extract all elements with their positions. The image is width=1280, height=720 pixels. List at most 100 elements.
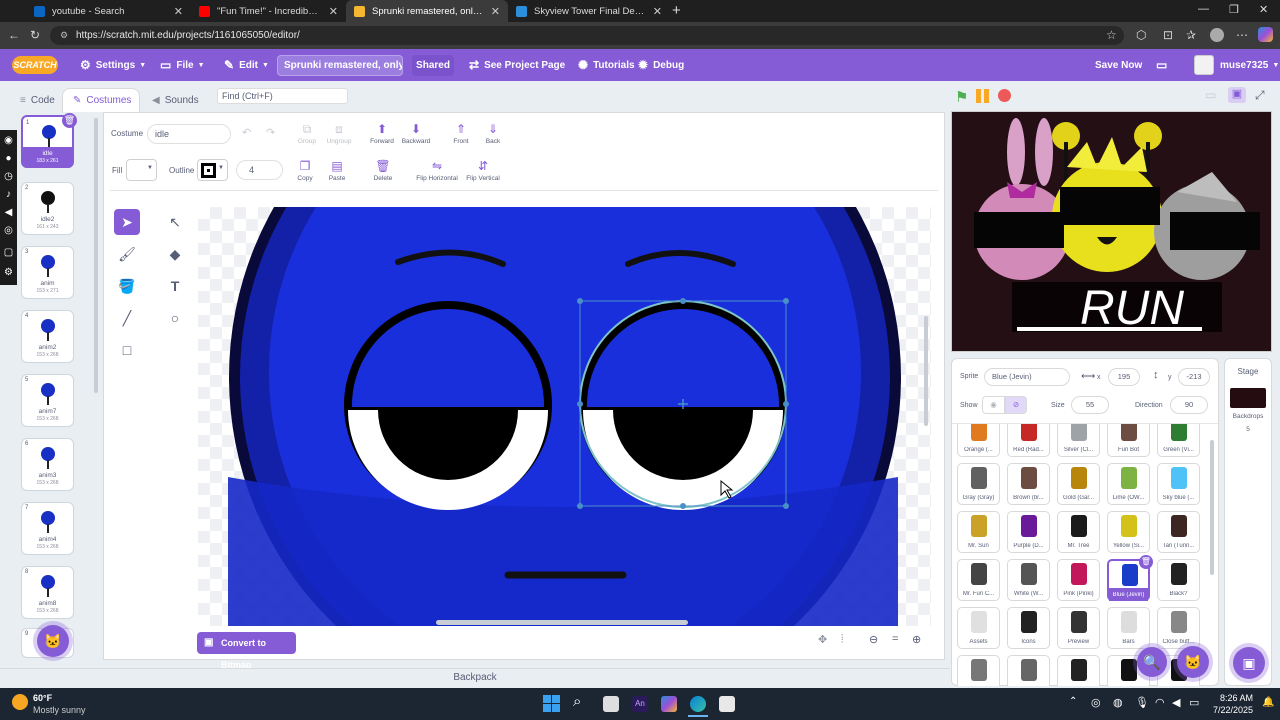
browser-tab[interactable]: Skyview Tower Final Destination Pi✕ — [508, 0, 670, 22]
sprite-tile[interactable]: Purple (D... — [1007, 511, 1050, 553]
debug-button[interactable]: ✹ Debug — [638, 49, 684, 81]
app-icon[interactable] — [719, 696, 735, 712]
outline-color-picker[interactable]: ▼ — [197, 159, 228, 181]
edit-menu[interactable]: ✎ Edit ▼ — [224, 49, 269, 81]
convert-to-bitmap-button[interactable]: ▣ Convert to Bitmap — [197, 632, 296, 670]
stop-icon[interactable] — [998, 89, 1011, 102]
sprite-tile[interactable]: Bars — [1107, 607, 1150, 649]
copilot-icon[interactable] — [1258, 27, 1273, 42]
see-project-page-button[interactable]: ⇄ See Project Page — [469, 49, 565, 81]
clock-time[interactable]: 8:26 AM — [1213, 693, 1253, 703]
sprite-tile[interactable]: Gray (Gray) — [957, 463, 1000, 505]
costume-tile[interactable]: 2 idle2 161 x 243 — [21, 182, 74, 235]
direction-input[interactable]: 90 — [1170, 396, 1208, 414]
sprite-tile[interactable]: Lime (OW... — [1107, 463, 1150, 505]
account-menu[interactable]: muse7325 ▼ — [1220, 49, 1279, 81]
project-title-input[interactable]: Sprunki remastered, only ... — [277, 55, 403, 76]
save-now-button[interactable]: Save Now — [1095, 49, 1142, 81]
sprite-tile[interactable]: Silver (Cl... — [1057, 424, 1100, 457]
zoom-in-icon[interactable]: ⊕ — [912, 633, 921, 646]
volume-icon[interactable]: ◀ — [2, 206, 15, 219]
sprite-tile[interactable]: Orange (... — [957, 424, 1000, 457]
back-icon[interactable]: ← — [8, 28, 20, 42]
tray-app-icon[interactable]: ◎ — [1091, 696, 1101, 709]
close-tab-icon[interactable]: ✕ — [174, 5, 183, 18]
record-icon[interactable]: ● — [2, 152, 15, 165]
canvas-horizontal-scrollbar[interactable] — [436, 620, 688, 625]
paint-canvas[interactable] — [198, 207, 931, 626]
redo-icon[interactable]: ↷ — [266, 126, 275, 139]
wifi-icon[interactable]: ◠ — [1155, 696, 1165, 709]
choose-costume-button[interactable]: 🐱 — [37, 625, 69, 657]
y-position-input[interactable]: -213 — [1178, 368, 1210, 386]
extension-icon[interactable]: ⬡ — [1136, 28, 1146, 42]
costume-tile[interactable]: 5 anim7 153 x 268 — [21, 374, 74, 427]
ungroup-button[interactable]: ⧈ Ungroup — [319, 122, 359, 145]
delete-button[interactable]: 🗑 Delete — [363, 159, 403, 182]
pause-icon[interactable] — [976, 89, 990, 103]
brush-tool-icon[interactable]: 🖌 — [114, 241, 140, 267]
tutorials-button[interactable]: ✺ Tutorials — [578, 49, 635, 81]
normal-stage-icon[interactable]: ▣ — [1228, 87, 1246, 103]
sprite-tile[interactable]: Close butt... — [1157, 607, 1200, 649]
animate-app-icon[interactable]: An — [632, 696, 648, 712]
site-info-icon[interactable]: ⚙ — [60, 30, 68, 41]
close-tab-icon[interactable]: ✕ — [653, 5, 662, 18]
costume-tile[interactable]: 8 anim8 153 x 268 — [21, 566, 74, 619]
settings-menu[interactable]: ⚙ Settings ▼ — [80, 49, 146, 81]
sprite-tile[interactable]: Brown (br... — [1007, 463, 1050, 505]
sprite-tile[interactable]: Preview — [1057, 607, 1100, 649]
zoom-out-icon[interactable]: ⊖ — [869, 633, 878, 646]
browser-tab[interactable]: "Fun Time!" - Incredibox Sprunki✕ — [191, 0, 346, 22]
notifications-icon[interactable]: 🔔 — [1262, 697, 1274, 708]
browser-tab[interactable]: youtube - Search ✕ — [26, 0, 191, 22]
sprite-tile[interactable]: Mr. Sun — [957, 511, 1000, 553]
x-position-input[interactable]: 195 — [1108, 368, 1140, 386]
url-input[interactable]: https://scratch.mit.edu/projects/1161065… — [50, 26, 1124, 45]
webcam-icon[interactable]: ◎ — [2, 224, 15, 237]
reshape-tool-icon[interactable]: ↖ — [162, 209, 188, 235]
weather-sun-icon[interactable] — [12, 694, 28, 710]
profile-avatar[interactable] — [1210, 28, 1224, 42]
clock-date[interactable]: 7/22/2025 — [1209, 705, 1253, 715]
sprite-tile[interactable]: Icons — [1007, 607, 1050, 649]
flip-horizontal-button[interactable]: ⇋ Flip Horizontal — [414, 159, 460, 182]
sprite-tile[interactable]: Settings — [1057, 655, 1100, 686]
tab-costumes[interactable]: ✎ Costumes — [62, 88, 140, 112]
settings-gear-icon[interactable]: ⚙ — [2, 266, 15, 279]
sprite-tile[interactable]: Green (Vi... — [1157, 424, 1200, 457]
bookmark-star-icon[interactable]: ☆ — [1106, 28, 1117, 42]
tray-app-icon[interactable]: ◍ — [1113, 696, 1123, 709]
grid-icon[interactable]: ⦙ — [841, 633, 843, 646]
close-window-icon[interactable]: ✕ — [1259, 3, 1268, 16]
green-flag-icon[interactable]: ⚑ — [955, 88, 968, 106]
sprite-tile[interactable]: Reset but... — [1007, 655, 1050, 686]
size-input[interactable]: 55 — [1071, 396, 1109, 414]
choose-sprite-button[interactable]: 🐱 — [1177, 646, 1209, 678]
back-button[interactable]: ⇓ Back — [473, 122, 513, 145]
sprite-tile[interactable]: Black? — [1157, 559, 1200, 601]
circle-tool-icon[interactable]: ○ — [162, 305, 188, 331]
fill-color-picker[interactable]: ▼ — [126, 159, 157, 181]
minimize-icon[interactable]: — — [1198, 3, 1209, 15]
microphone-tray-icon[interactable]: 🎙 — [1135, 696, 1149, 709]
show-visible-icon[interactable]: ◉ — [982, 396, 1005, 414]
select-tool-icon[interactable]: ➤ — [114, 209, 140, 235]
my-stuff-folder-icon[interactable]: ▭ — [1156, 49, 1172, 81]
sprite-list-scrollbar[interactable] — [1210, 440, 1214, 575]
sprite-tile[interactable]: White (W... — [1007, 559, 1050, 601]
costume-name-input[interactable]: idle — [147, 124, 231, 144]
rectangle-tool-icon[interactable]: □ — [114, 337, 140, 363]
line-tool-icon[interactable]: ╱ — [114, 305, 140, 331]
reload-icon[interactable]: ↻ — [30, 28, 40, 42]
costume-tile[interactable]: 4 anim2 153 x 268 — [21, 310, 74, 363]
sprite-tile[interactable]: Mr. Tree — [1057, 511, 1100, 553]
sprite-tile[interactable]: Tan (Tunn... — [1157, 511, 1200, 553]
shared-button[interactable]: Shared — [412, 55, 454, 76]
show-hidden-icons[interactable]: ⌃ — [1069, 696, 1077, 707]
user-avatar[interactable] — [1194, 55, 1214, 75]
pan-icon[interactable]: ✥ — [818, 633, 827, 646]
favorites-icon[interactable]: ✰ — [1186, 28, 1196, 42]
find-input[interactable]: Find (Ctrl+F) — [217, 88, 348, 104]
zoom-reset-button[interactable]: = — [892, 633, 898, 645]
